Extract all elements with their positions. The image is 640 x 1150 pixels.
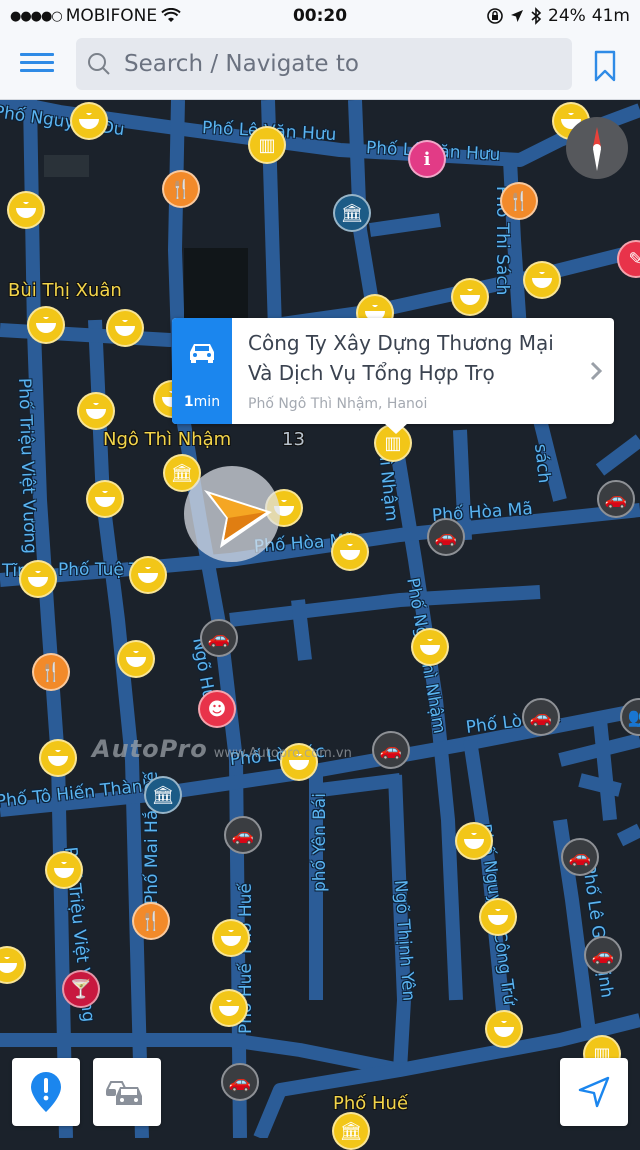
- locate-me-button[interactable]: [560, 1058, 628, 1126]
- area-label: Bùi Thị Xuân: [8, 280, 122, 301]
- poi-building[interactable]: ▥: [248, 126, 286, 164]
- poi-restaurant[interactable]: 🍴: [132, 902, 170, 940]
- carrier-name: MOBIFONE: [65, 6, 158, 26]
- poi-car-service[interactable]: 🚗: [221, 1063, 259, 1101]
- road-short-1: [369, 213, 441, 237]
- poi-food[interactable]: [210, 989, 248, 1027]
- search-icon: [88, 53, 110, 75]
- poi-food[interactable]: [212, 919, 250, 957]
- poi-food[interactable]: [117, 640, 155, 678]
- poi-landmark[interactable]: 🏛: [332, 1112, 370, 1150]
- bluetooth-icon: [531, 7, 542, 25]
- poi-food[interactable]: [19, 560, 57, 598]
- poi-car-service[interactable]: 🚗: [427, 518, 465, 556]
- poi-food[interactable]: [70, 102, 108, 140]
- location-arrow-icon: [511, 10, 523, 22]
- road-trieu-viet-vuong: [23, 100, 73, 1138]
- place-title: Công Ty Xây Dựng Thương Mại Và Dịch Vụ T…: [248, 328, 564, 388]
- traffic-cars-icon: [106, 1081, 142, 1105]
- road-lo-duc-2: [319, 773, 401, 797]
- place-title-line2: Và Dịch Vụ Tổng Hợp Trọ: [248, 361, 495, 385]
- eta-value: 1: [183, 394, 194, 410]
- map-view[interactable]: Phố Nguyễn Du Phố Lê Văn Hưu Phố Lê Văn …: [0, 100, 640, 1150]
- poi-restaurant[interactable]: 🍴: [500, 182, 538, 220]
- poi-food[interactable]: [331, 533, 369, 571]
- poi-food[interactable]: [106, 309, 144, 347]
- poi-restaurant[interactable]: 🍴: [162, 170, 200, 208]
- poi-food[interactable]: [86, 480, 124, 518]
- poi-bank[interactable]: 🏛: [333, 194, 371, 232]
- road-hoa-ma-2: [229, 585, 541, 627]
- battery-percent: 24%: [548, 6, 586, 26]
- eta-unit: min: [193, 394, 221, 410]
- signal-strength: ●●●●○: [10, 8, 63, 24]
- place-card[interactable]: 1min Công Ty Xây Dựng Thương Mại Và Dịch…: [172, 318, 614, 434]
- search-input[interactable]: [122, 50, 546, 78]
- poi-food[interactable]: [411, 628, 449, 666]
- road-short-2: [291, 599, 312, 661]
- compass-button[interactable]: [566, 117, 628, 179]
- search-bar[interactable]: [76, 38, 572, 90]
- poi-car-service[interactable]: 🚗: [224, 816, 262, 854]
- poi-food[interactable]: [27, 306, 65, 344]
- area-label: 13: [282, 429, 305, 450]
- hamburger-menu-icon: [20, 53, 54, 72]
- poi-food[interactable]: [129, 556, 167, 594]
- navigation-arrow-icon: [578, 1076, 610, 1108]
- top-bar: [0, 32, 640, 100]
- poi-car-service[interactable]: 🚗: [584, 936, 622, 974]
- eta-panel: 1min: [172, 318, 232, 424]
- poi-food[interactable]: [7, 191, 45, 229]
- poi-food[interactable]: [455, 822, 493, 860]
- report-button[interactable]: [12, 1058, 80, 1126]
- poi-bank[interactable]: 🏛: [144, 776, 182, 814]
- poi-food[interactable]: [280, 743, 318, 781]
- report-alert-pin-icon: [31, 1072, 61, 1112]
- orientation-lock-icon: [487, 8, 503, 24]
- battery-time: 41m: [591, 6, 630, 26]
- menu-button[interactable]: [20, 50, 54, 80]
- status-bar: ●●●●○ MOBIFONE 00:20 24% 41m: [0, 0, 640, 32]
- poi-food[interactable]: [77, 392, 115, 430]
- poi-food[interactable]: [479, 898, 517, 936]
- car-icon: [190, 344, 214, 363]
- poi-service[interactable]: ☻: [198, 690, 236, 728]
- area-label: Phố Huế: [333, 1093, 409, 1114]
- street-label: sách: [530, 442, 555, 485]
- road-east-grid: [558, 719, 640, 847]
- poi-car-service[interactable]: 🚗: [597, 480, 635, 518]
- poi-bar[interactable]: 🍸: [62, 970, 100, 1008]
- chevron-right-icon[interactable]: [578, 318, 614, 424]
- bookmark-icon[interactable]: [594, 50, 616, 82]
- compass-icon: [593, 127, 601, 171]
- poi-restaurant[interactable]: 🍴: [32, 653, 70, 691]
- poi-car-service[interactable]: 🚗: [200, 619, 238, 657]
- poi-food[interactable]: [39, 739, 77, 777]
- poi-info[interactable]: i: [408, 140, 446, 178]
- poi-food[interactable]: [45, 851, 83, 889]
- poi-car-service[interactable]: 🚗: [561, 838, 599, 876]
- traffic-button[interactable]: [93, 1058, 161, 1126]
- poi-food[interactable]: [485, 1010, 523, 1048]
- place-address: Phố Ngô Thì Nhậm, Hanoi: [248, 396, 428, 412]
- navigation-arrow-icon: [204, 490, 272, 548]
- place-title-line1: Công Ty Xây Dựng Thương Mại: [248, 331, 554, 355]
- poi-food[interactable]: [451, 278, 489, 316]
- poi-food[interactable]: [523, 261, 561, 299]
- current-position-marker: [184, 466, 280, 562]
- area-label: Ngô Thì Nhậm: [103, 429, 232, 450]
- poi-car-service[interactable]: 🚗: [372, 731, 410, 769]
- poi-car-service[interactable]: 🚗: [522, 698, 560, 736]
- road-east-1: [595, 434, 640, 476]
- street-label: phố Yên Bái: [310, 793, 330, 892]
- eta-label: 1min: [184, 394, 220, 410]
- wifi-icon: [161, 8, 181, 22]
